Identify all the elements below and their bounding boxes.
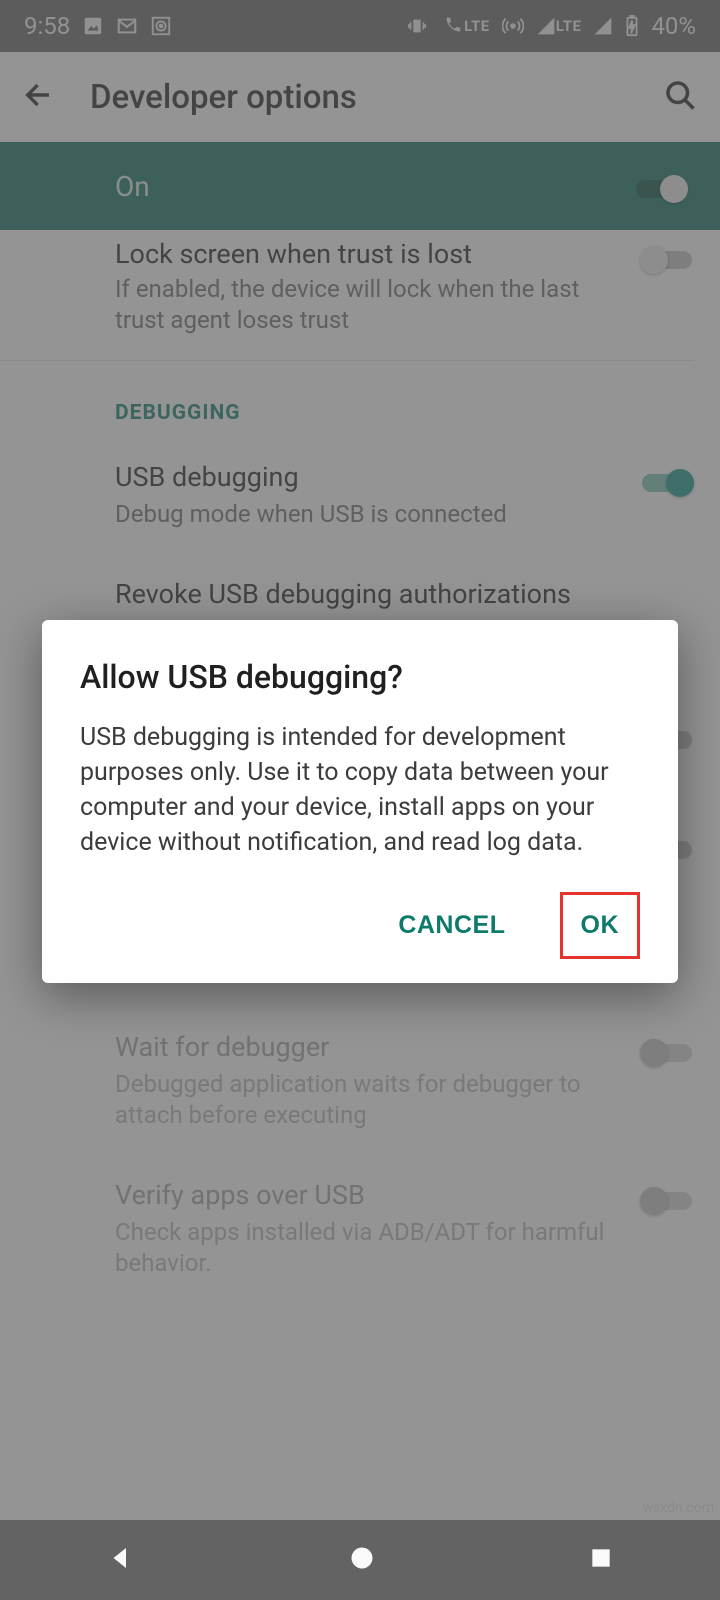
ok-button[interactable]: OK — [560, 892, 641, 959]
dialog-body: USB debugging is intended for developmen… — [80, 720, 640, 860]
dialog-title: Allow USB debugging? — [80, 658, 640, 696]
nav-back-icon[interactable] — [106, 1543, 136, 1577]
nav-recents-icon[interactable] — [588, 1545, 614, 1575]
usb-debugging-dialog: Allow USB debugging? USB debugging is in… — [42, 620, 678, 983]
cancel-button[interactable]: CANCEL — [380, 895, 523, 956]
modal-overlay[interactable]: Allow USB debugging? USB debugging is in… — [0, 0, 720, 1600]
nav-home-icon[interactable] — [348, 1544, 376, 1576]
navigation-bar — [0, 1520, 720, 1600]
watermark: wsxdn.com — [643, 1500, 714, 1516]
